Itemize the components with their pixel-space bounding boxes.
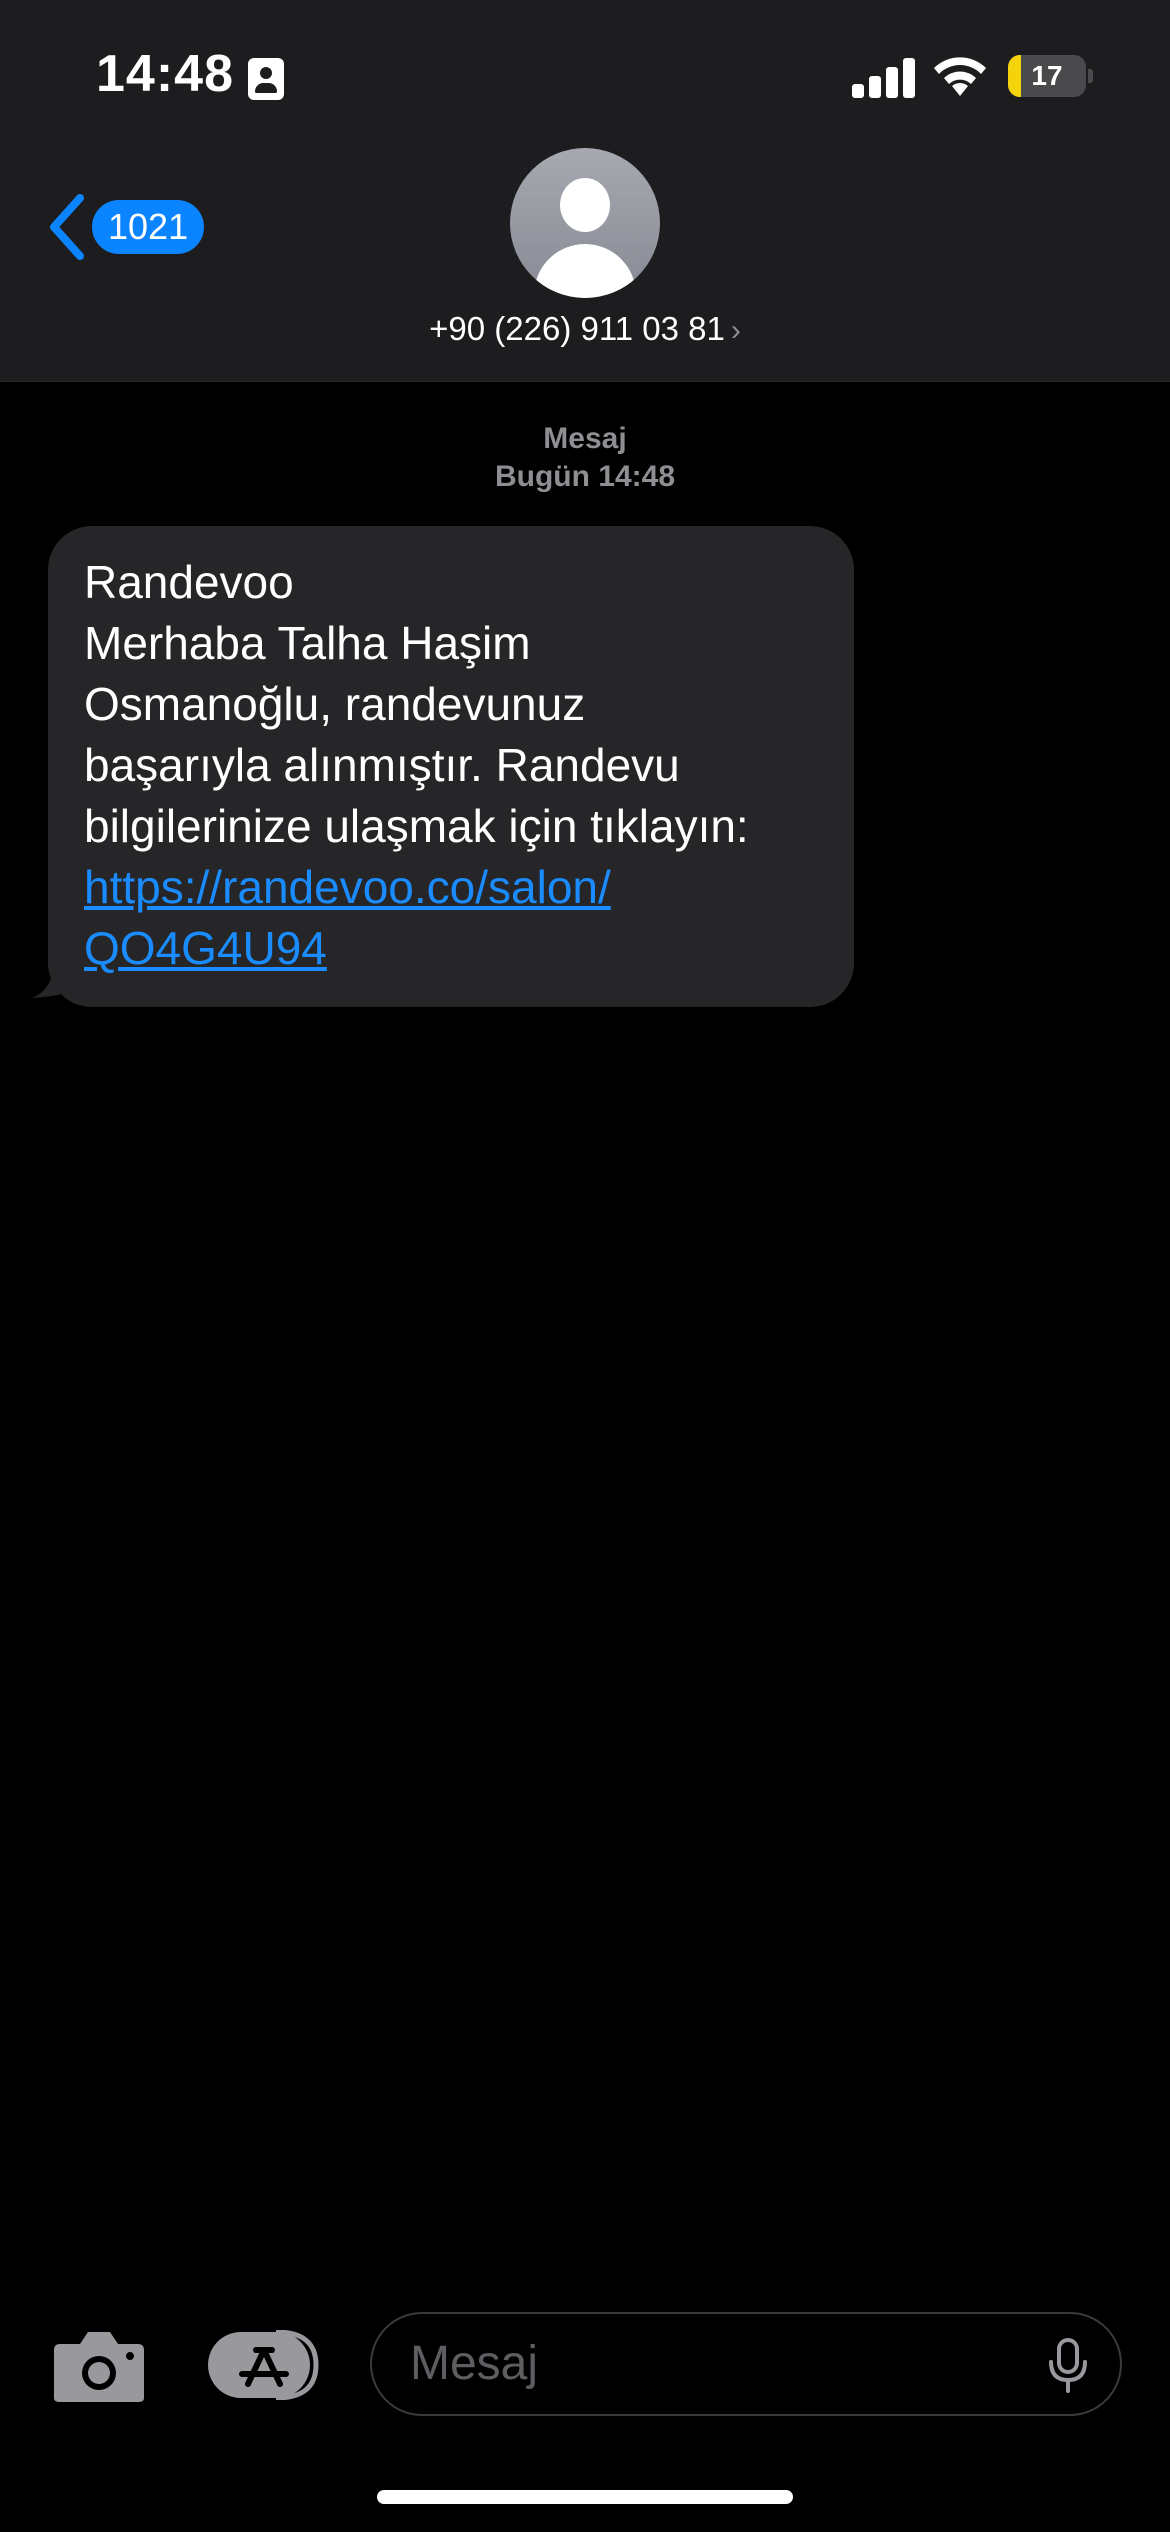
chevron-right-icon: › [730,314,741,347]
contact-number: +90 (226) 911 03 81 [429,310,725,347]
service-label: Mesaj [543,422,627,455]
contact-avatar[interactable] [510,148,660,298]
message-input[interactable]: Mesaj [370,2312,1122,2416]
battery-tip [1088,69,1093,83]
message-line: Randevoo [84,556,294,608]
message-input-placeholder: Mesaj [410,2337,539,2390]
contact-card-icon [248,58,284,100]
unread-count-badge: 1021 [92,200,205,254]
microphone-icon[interactable] [1046,2338,1090,2394]
message-line: bilgilerinize ulaşmak için tıklayın: [84,800,749,852]
battery-icon: 17 [1008,55,1086,97]
app-store-icon[interactable] [208,2330,320,2400]
contact-details-link[interactable]: +90 (226) 911 03 81 › [0,310,1170,348]
message-line: Osmanoğlu, randevunuz [84,678,586,730]
message-link-line: https://randevoo.co/salon/ [84,861,611,913]
camera-icon[interactable] [52,2328,146,2404]
back-button[interactable]: 1021 [44,192,205,262]
message-line: başarıyla alınmıştır. Randevu [84,739,680,791]
status-time: 14:48 [96,45,234,103]
home-indicator[interactable] [377,2490,793,2504]
battery-percent: 17 [1031,60,1063,91]
wifi-icon [934,57,986,96]
message-line: Merhaba Talha Haşim [84,617,531,669]
chevron-left-icon [50,194,84,260]
message-bubble[interactable]: Randevoo Merhaba Talha Haşim Osmanoğlu, … [48,526,854,1007]
conversation-header: 14:48 17 1021 +90 (226) 911 03 81 › [0,0,1170,382]
message-link-line: QO4G4U94 [84,922,327,974]
message-link[interactable]: https://randevoo.co/salon/ QO4G4U94 [84,857,818,979]
signal-icon [852,58,916,98]
message-date: Bugün 14:48 [494,460,676,493]
messages-screen: 14:48 17 1021 +90 (226) 911 03 81 › Mesa… [0,0,1170,2532]
